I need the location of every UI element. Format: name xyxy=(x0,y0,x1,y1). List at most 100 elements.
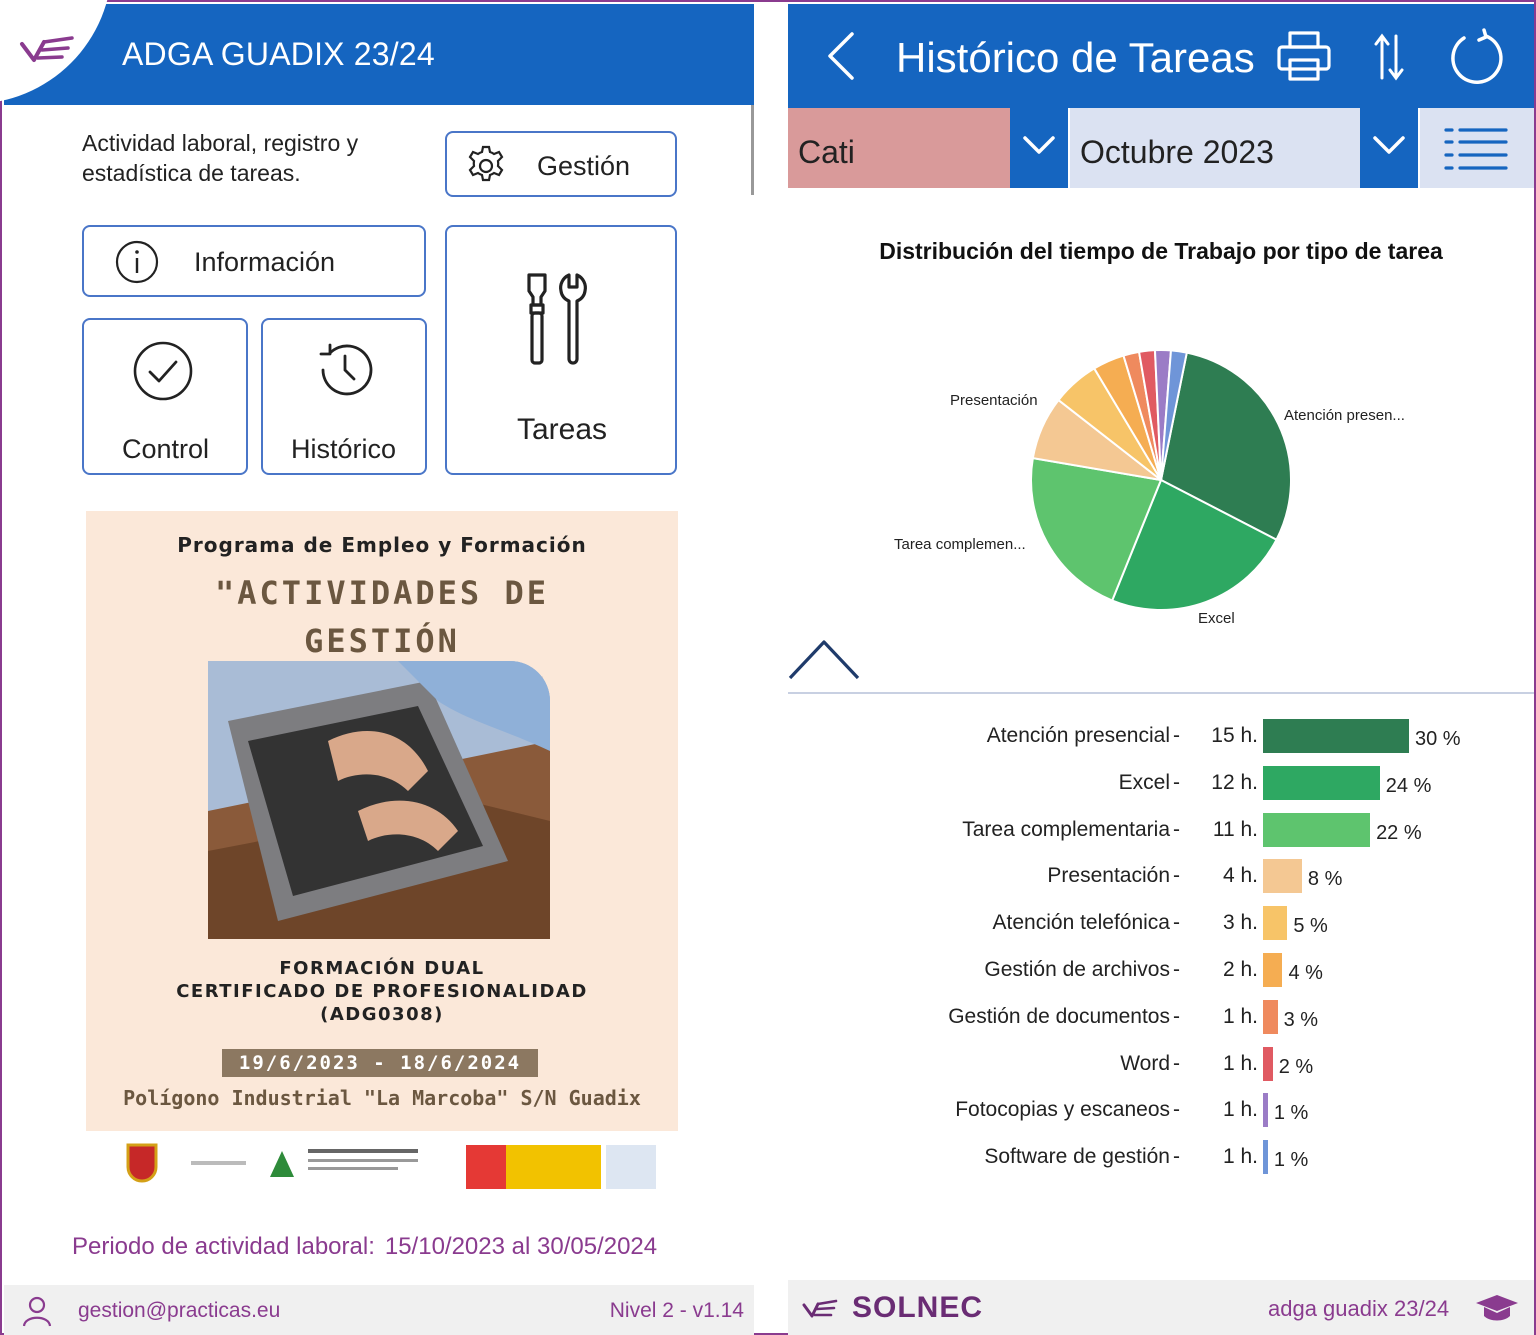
informacion-button[interactable]: Información xyxy=(82,225,426,297)
month-dropdown-button[interactable] xyxy=(1360,108,1418,188)
bar[interactable] xyxy=(1263,999,1278,1034)
bar[interactable] xyxy=(1263,812,1371,847)
bar-percent-label: 1 % xyxy=(1273,1102,1309,1125)
history-icon xyxy=(319,343,373,396)
app-title: ADGA GUADIX 23/24 xyxy=(122,36,435,72)
sponsor-logos-strip xyxy=(126,1143,656,1189)
poster-formacion: FORMACIÓN DUAL xyxy=(279,958,485,979)
bar-hours-label: 1 h. xyxy=(1222,1051,1258,1075)
sort-icon[interactable] xyxy=(1374,32,1404,82)
bar-category-label: Gestión de documentos xyxy=(948,1004,1170,1028)
gestion-button[interactable]: Gestión xyxy=(445,131,677,197)
collapse-chevron-up-icon[interactable] xyxy=(788,636,864,682)
bar[interactable] xyxy=(1263,906,1288,941)
gestion-label: Gestión xyxy=(537,151,631,181)
home-header: ADGA GUADIX 23/24 xyxy=(0,0,754,105)
print-icon[interactable] xyxy=(1276,30,1332,82)
bar-percent-label: 2 % xyxy=(1278,1055,1314,1078)
bar[interactable] xyxy=(1263,953,1283,987)
bar-row: Excel - 12 h. 24 % xyxy=(788,763,1534,803)
bar[interactable] xyxy=(1263,859,1302,894)
refresh-icon[interactable] xyxy=(1448,28,1506,86)
person-dropdown-button[interactable] xyxy=(1010,108,1068,188)
poster-certificado: CERTIFICADO DE PROFESIONALIDAD xyxy=(176,981,588,1002)
chevron-down-icon xyxy=(1023,136,1055,154)
tareas-label: Tareas xyxy=(517,413,608,446)
app-frame: ADGA GUADIX 23/24 Actividad laboral, reg… xyxy=(0,0,1536,1335)
bar-percent-label: 5 % xyxy=(1293,915,1328,938)
bar-percent-label: 30 % xyxy=(1415,728,1461,750)
bar-category-label: Gestión de archivos xyxy=(984,958,1170,981)
bar[interactable] xyxy=(1263,1093,1268,1128)
poster-program: Programa de Empleo y Formación xyxy=(177,533,587,557)
poster-certificate: FORMACIÓN DUAL CERTIFICADO DE PROFESIONA… xyxy=(86,957,678,1026)
app-description: Actividad laboral, registro y estadístic… xyxy=(82,130,359,186)
back-chevron-icon[interactable] xyxy=(824,30,858,82)
bar-row: Tarea complementaria - 11 h. 22 % xyxy=(788,810,1534,850)
history-header: Histórico de Tareas xyxy=(788,4,1534,108)
graduation-cap-icon xyxy=(1476,1295,1518,1321)
bar-hours-label: 1 h. xyxy=(1222,1004,1258,1028)
sponsor-logos xyxy=(86,1131,678,1207)
home-footer: gestion@practicas.eu Nivel 2 - v1.14 xyxy=(4,1285,754,1335)
bar-row: Fotocopias y escaneos - 1 h. 1 % xyxy=(788,1090,1534,1130)
pie-chart xyxy=(1030,349,1292,611)
version-label: Nivel 2 - v1.14 xyxy=(609,1299,744,1322)
laptop-photo-illustration xyxy=(208,661,550,939)
month-select[interactable]: Octubre 2023 xyxy=(1070,108,1360,188)
list-view-button[interactable] xyxy=(1420,108,1534,188)
pie-chart-title: Distribución del tiempo de Trabajo por t… xyxy=(879,238,1443,264)
pie-label-excel: Excel xyxy=(1198,610,1235,627)
tools-icon xyxy=(527,273,587,365)
check-circle-icon xyxy=(133,341,193,401)
solnec-logo-icon xyxy=(802,1299,838,1318)
history-footer: SOLNEC adga guadix 23/24 xyxy=(788,1280,1534,1335)
control-button[interactable]: Control xyxy=(82,318,248,475)
bar-category-label: Tarea complementaria xyxy=(962,817,1170,841)
control-label: Control xyxy=(122,434,210,464)
bar-hours-label: 11 h. xyxy=(1212,817,1258,841)
bar-tick-mark: - xyxy=(1173,911,1180,935)
info-icon xyxy=(115,240,159,284)
period-value: 15/10/2023 al 30/05/2024 xyxy=(384,1233,658,1260)
bar[interactable] xyxy=(1263,1140,1268,1175)
bar-hours-label: 15 h. xyxy=(1211,724,1258,747)
activity-period: Periodo de actividad laboral: 15/10/2023 … xyxy=(72,1233,657,1261)
bar[interactable] xyxy=(1263,765,1380,800)
historico-button[interactable]: Histórico xyxy=(261,318,427,475)
bar-tick-mark: - xyxy=(1173,1145,1180,1169)
bar-category-label: Fotocopias y escaneos xyxy=(955,1098,1170,1122)
pie-label-presentacion: Presentación xyxy=(950,392,1038,409)
bar-category-label: Software de gestión xyxy=(984,1145,1170,1169)
bar-row: Software de gestión - 1 h. 1 % xyxy=(788,1137,1534,1177)
bar-percent-label: 22 % xyxy=(1376,821,1422,844)
bar-percent-label: 24 % xyxy=(1385,774,1432,797)
list-icon xyxy=(1444,128,1508,170)
user-icon xyxy=(22,1296,52,1327)
bar-tick-mark: - xyxy=(1173,1098,1180,1122)
bar[interactable] xyxy=(1263,1046,1273,1081)
filter-bar: Cati Octubre 2023 xyxy=(788,108,1534,190)
bar-tick-mark: - xyxy=(1173,724,1180,747)
scrollbar-thumb[interactable] xyxy=(751,105,754,195)
bar-hours-label: 1 h. xyxy=(1222,1145,1258,1169)
bar-category-label: Presentación xyxy=(1047,864,1170,888)
poster-dates: 19/6/2023 - 18/6/2024 xyxy=(222,1049,538,1077)
poster-place: Polígono Industrial "La Marcoba" S/N Gua… xyxy=(123,1086,641,1110)
bar-row: Atención presencial - 15 h. 30 % xyxy=(788,716,1534,756)
historico-label: Histórico xyxy=(291,434,397,464)
bar[interactable] xyxy=(1263,719,1409,753)
bar-hours-label: 2 h. xyxy=(1222,958,1258,981)
brand-name: SOLNEC xyxy=(852,1291,984,1324)
poster-code: (ADG0308) xyxy=(320,1004,444,1025)
app-name: adga guadix 23/24 xyxy=(1268,1296,1450,1321)
tareas-button[interactable]: Tareas xyxy=(445,225,677,475)
chevron-down-icon xyxy=(1373,136,1405,154)
bar-tick-mark: - xyxy=(1173,817,1180,841)
bar-category-label: Atención presencial xyxy=(986,724,1170,747)
bar-percent-label: 8 % xyxy=(1307,868,1343,891)
user-email: gestion@practicas.eu xyxy=(78,1299,281,1322)
bar-tick-mark: - xyxy=(1173,770,1180,794)
bar-category-label: Excel xyxy=(1118,770,1170,794)
person-select[interactable]: Cati xyxy=(788,108,1010,188)
